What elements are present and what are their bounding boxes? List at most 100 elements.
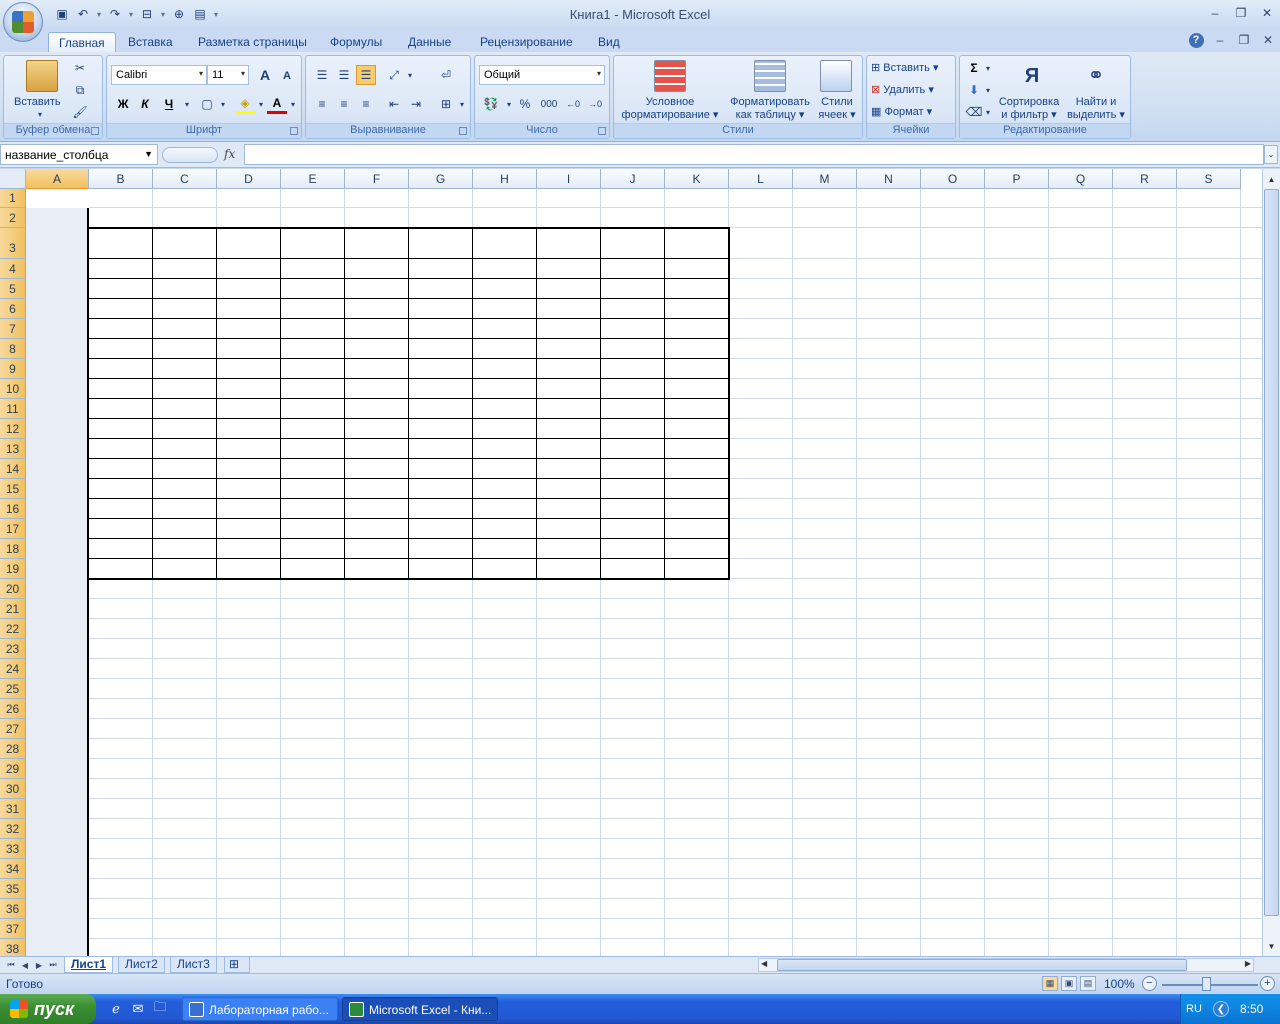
paste-dropdown-icon[interactable]: ▾ — [38, 108, 42, 121]
align-center-icon[interactable]: ≡ — [334, 94, 354, 114]
row-header-38[interactable]: 38 — [0, 939, 26, 956]
column-header-m[interactable]: M — [793, 169, 857, 189]
help-icon[interactable]: ? — [1184, 31, 1208, 49]
doc-close-icon[interactable]: ✕ — [1256, 31, 1280, 49]
horizontal-scroll-thumb[interactable] — [777, 959, 1187, 971]
start-button[interactable]: пуск — [0, 994, 96, 1024]
row-header-9[interactable]: 9 — [0, 359, 26, 379]
sort-filter-button[interactable]: Сортировка и фильтр ▾ — [996, 96, 1062, 122]
delete-cells-button[interactable]: ⊠ Удалить ▾ — [871, 84, 934, 97]
tab-view[interactable]: Вид — [588, 32, 630, 52]
select-all-button[interactable] — [0, 169, 26, 189]
prev-sheet-icon[interactable]: ◀ — [18, 958, 32, 972]
taskbar-button-word[interactable]: Лабораторная рабо... — [182, 997, 338, 1021]
align-right-icon[interactable]: ≡ — [356, 94, 376, 114]
format-as-table-icon[interactable] — [754, 60, 786, 92]
column-header-q[interactable]: Q — [1049, 169, 1113, 189]
align-middle-icon[interactable]: ☰ — [334, 65, 354, 85]
zoom-level[interactable]: 100% — [1104, 977, 1135, 991]
scroll-up-icon[interactable]: ▲ — [1264, 171, 1279, 187]
first-sheet-icon[interactable]: ⏮ — [4, 958, 18, 972]
column-header-a[interactable]: A — [26, 169, 89, 189]
column-header-d[interactable]: D — [217, 169, 281, 189]
row-header-22[interactable]: 22 — [0, 619, 26, 639]
horizontal-scrollbar[interactable]: ◀ ▶ — [758, 958, 1254, 972]
font-color-dropdown-icon[interactable]: ▾ — [283, 94, 303, 114]
scroll-left-icon[interactable]: ◀ — [761, 959, 767, 968]
clipboard-launcher-icon[interactable] — [91, 127, 99, 135]
row-header-3[interactable]: 3 — [0, 228, 26, 259]
scroll-right-icon[interactable]: ▶ — [1245, 959, 1251, 968]
number-format-combo[interactable]: Общий ▾ — [479, 65, 605, 85]
tab-formulas[interactable]: Формулы — [320, 32, 392, 52]
orientation-dropdown-icon[interactable]: ▾ — [400, 65, 420, 85]
row-header-20[interactable]: 20 — [0, 579, 26, 599]
row-header-14[interactable]: 14 — [0, 459, 26, 479]
row-header-19[interactable]: 19 — [0, 559, 26, 579]
row-header-17[interactable]: 17 — [0, 519, 26, 539]
increase-decimal-icon[interactable]: ←0 — [563, 94, 583, 114]
name-box[interactable]: название_столбца ▼ — [0, 144, 158, 165]
restore-icon[interactable]: ❐ — [1228, 2, 1254, 24]
row-header-35[interactable]: 35 — [0, 879, 26, 899]
page-break-view-icon[interactable]: ▤ — [1080, 976, 1096, 991]
sheet-tab-2[interactable]: Лист2 — [118, 957, 165, 973]
taskbar-button-excel[interactable]: Microsoft Excel - Кни... — [342, 997, 498, 1021]
number-launcher-icon[interactable] — [598, 127, 606, 135]
row-header-34[interactable]: 34 — [0, 859, 26, 879]
alignment-launcher-icon[interactable] — [459, 127, 467, 135]
tab-review[interactable]: Рецензирование — [470, 32, 583, 52]
column-header-j[interactable]: J — [601, 169, 665, 189]
column-header-r[interactable]: R — [1113, 169, 1177, 189]
office-button[interactable] — [3, 2, 43, 42]
row-header-21[interactable]: 21 — [0, 599, 26, 619]
sheet-tab-1[interactable]: Лист1 — [64, 957, 114, 973]
paste-icon[interactable] — [26, 60, 58, 92]
row-header-16[interactable]: 16 — [0, 499, 26, 519]
page-layout-view-icon[interactable]: ▣ — [1061, 976, 1077, 991]
last-sheet-icon[interactable]: ⏭ — [46, 958, 60, 972]
column-header-c[interactable]: C — [153, 169, 217, 189]
column-header-s[interactable]: S — [1177, 169, 1241, 189]
increase-indent-icon[interactable]: ⇥ — [406, 94, 426, 114]
align-left-icon[interactable]: ≡ — [312, 94, 332, 114]
clear-dropdown-icon[interactable]: ▾ — [978, 102, 998, 122]
bold-button[interactable]: Ж — [113, 94, 133, 114]
underline-dropdown-icon[interactable]: ▾ — [177, 94, 197, 114]
row-header-26[interactable]: 26 — [0, 699, 26, 719]
vertical-scrollbar[interactable]: ▲ ▼ — [1262, 169, 1280, 956]
row-header-2[interactable]: 2 — [0, 208, 26, 228]
column-header-k[interactable]: K — [665, 169, 729, 189]
wrap-text-icon[interactable]: ⏎ — [436, 65, 456, 85]
column-header-h[interactable]: H — [473, 169, 537, 189]
row-header-33[interactable]: 33 — [0, 839, 26, 859]
doc-restore-icon[interactable]: ❐ — [1232, 31, 1256, 49]
row-header-18[interactable]: 18 — [0, 539, 26, 559]
row-header-29[interactable]: 29 — [0, 759, 26, 779]
grow-font-icon[interactable]: A — [255, 65, 275, 85]
sort-filter-icon[interactable]: Я — [1016, 60, 1048, 92]
row-header-28[interactable]: 28 — [0, 739, 26, 759]
copy-icon[interactable]: ⧉ — [70, 80, 90, 100]
thousands-button[interactable]: 000 — [537, 94, 561, 114]
column-header-b[interactable]: B — [89, 169, 153, 189]
doc-minimize-icon[interactable]: – — [1208, 31, 1232, 49]
outlook-icon[interactable]: ✉ — [130, 1001, 146, 1017]
internet-explorer-icon[interactable]: ℯ — [108, 1001, 124, 1017]
cell-styles-icon[interactable] — [820, 60, 852, 92]
autosum-dropdown-icon[interactable]: ▾ — [978, 58, 998, 78]
conditional-formatting-button[interactable]: Условное форматирование ▾ — [620, 96, 720, 122]
fill-dropdown-icon[interactable]: ▾ — [978, 80, 998, 100]
decrease-decimal-icon[interactable]: →0 — [585, 94, 605, 114]
format-painter-icon[interactable]: 🖌 — [70, 102, 90, 122]
row-header-4[interactable]: 4 — [0, 259, 26, 279]
tray-expand-icon[interactable]: ❮ — [1213, 1001, 1229, 1017]
column-header-g[interactable]: G — [409, 169, 473, 189]
font-size-combo[interactable]: 11 ▾ — [207, 65, 249, 85]
currency-icon[interactable]: 💱 — [481, 94, 501, 114]
row-header-13[interactable]: 13 — [0, 439, 26, 459]
cut-icon[interactable]: ✂ — [70, 58, 90, 78]
shrink-font-icon[interactable]: A — [277, 66, 297, 86]
column-header-e[interactable]: E — [281, 169, 345, 189]
row-header-15[interactable]: 15 — [0, 479, 26, 499]
